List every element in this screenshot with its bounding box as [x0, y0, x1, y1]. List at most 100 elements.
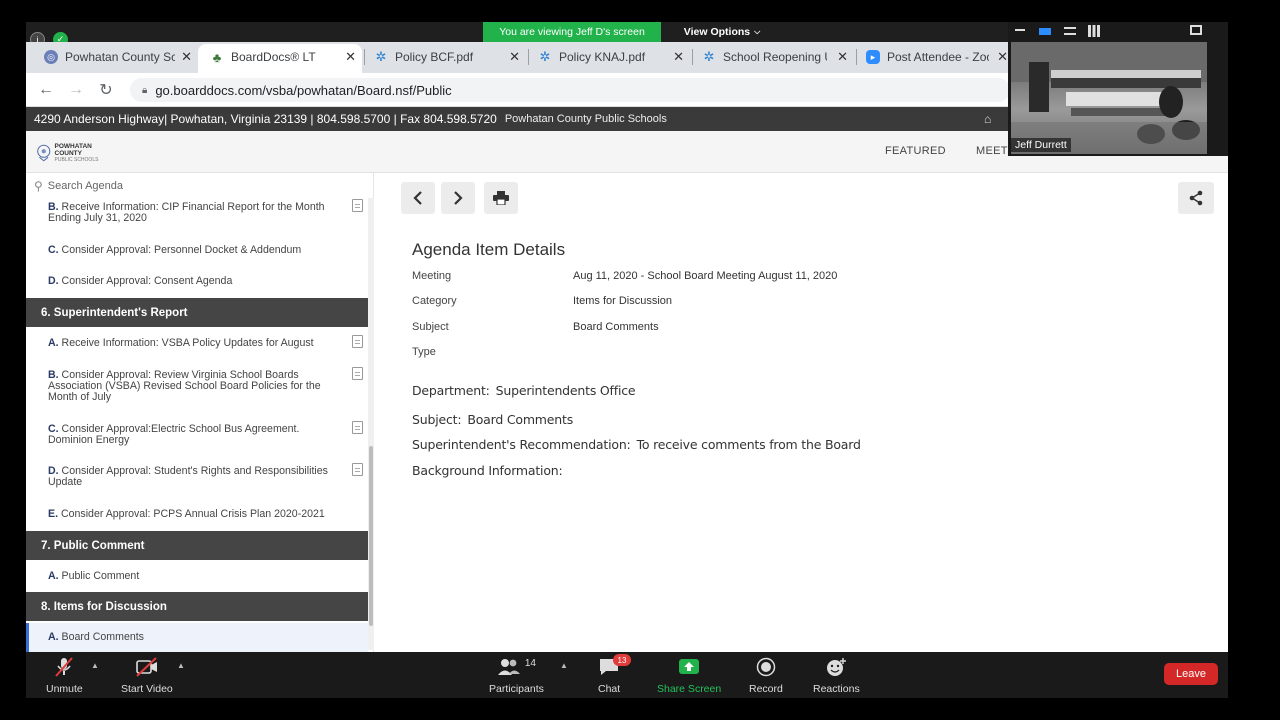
chevron-up-icon[interactable]: ▲	[560, 661, 568, 670]
reactions-button[interactable]: Reactions	[813, 656, 860, 695]
exit-fullscreen-icon[interactable]	[1190, 25, 1202, 35]
agenda-item-selected[interactable]: A. Board Comments	[48, 632, 343, 643]
chevron-down-icon: ⌵	[754, 27, 761, 36]
item-text: Consider Approval:Electric School Bus Ag…	[48, 423, 300, 446]
logo-emblem-icon	[37, 144, 51, 162]
gallery-view-icon[interactable]	[1088, 25, 1100, 37]
section-public-comment[interactable]: 7. Public Comment	[26, 531, 368, 560]
agenda-item[interactable]: D. Consider Approval: Consent Agenda	[48, 276, 343, 287]
tab-powhatan[interactable]: ◎ Powhatan County Sc ✕	[38, 45, 198, 69]
document-icon[interactable]	[352, 199, 363, 212]
next-button[interactable]	[441, 182, 475, 214]
district-logo[interactable]: POWHATAN COUNTY PUBLIC SCHOOLS	[36, 140, 112, 166]
agenda-item[interactable]: C. Consider Approval: Personnel Docket &…	[48, 245, 343, 256]
record-button[interactable]: Record	[749, 656, 783, 695]
leave-button[interactable]: Leave	[1164, 663, 1218, 685]
background-line: Background Information:	[412, 463, 569, 478]
chat-badge: 13	[613, 654, 631, 666]
document-icon[interactable]	[352, 463, 363, 476]
subject-body-value: Board Comments	[467, 412, 574, 427]
tab-school-reopening[interactable]: ✲ School Reopening U ✕	[696, 45, 854, 69]
subject-line: Subject: Board Comments	[412, 412, 573, 427]
meeting-value: Aug 11, 2020 - School Board Meeting Augu…	[573, 270, 838, 282]
minimize-icon[interactable]	[1015, 29, 1025, 31]
document-icon[interactable]	[352, 335, 363, 348]
subject-value: Board Comments	[573, 321, 659, 333]
document-icon[interactable]	[352, 367, 363, 380]
tab-label: BoardDocs® LT	[231, 50, 316, 64]
reactions-label: Reactions	[813, 683, 860, 695]
tab-zoom-attendee[interactable]: ▸ Post Attendee - Zoo ✕	[860, 45, 1016, 69]
screen: i ✓ You are viewing Jeff D's screen View…	[0, 0, 1280, 720]
back-arrow-icon[interactable]: ←	[34, 78, 58, 102]
tab-separator	[528, 49, 529, 65]
logo-text: POWHATAN COUNTY	[54, 142, 92, 157]
tab-separator	[692, 49, 693, 65]
chevron-up-icon[interactable]: ▲	[91, 661, 99, 670]
agenda-item[interactable]: B. Consider Approval: Review Virginia Sc…	[48, 370, 343, 403]
start-video-button[interactable]: Start Video	[121, 656, 173, 695]
home-icon[interactable]: ⌂	[984, 112, 991, 126]
agenda-item[interactable]: A. Receive Information: VSBA Policy Upda…	[48, 338, 343, 349]
microphone-muted-icon	[53, 656, 75, 678]
agenda-search[interactable]: ⚲ Search Agenda	[26, 176, 368, 196]
tab-label: Post Attendee - Zoo	[887, 50, 989, 64]
participant-name: Jeff Durrett	[1011, 138, 1071, 152]
nav-featured[interactable]: FEATURED	[885, 145, 946, 157]
speaker-view-icon[interactable]	[1064, 27, 1076, 35]
sidebar-scroll-thumb[interactable]	[369, 446, 373, 626]
document-icon[interactable]	[352, 421, 363, 434]
recommendation-value: To receive comments from the Board	[636, 437, 861, 452]
unmute-button[interactable]: Unmute	[46, 656, 83, 695]
participants-icon: 14	[497, 656, 536, 678]
item-text: Public Comment	[61, 570, 140, 582]
agenda-item[interactable]: D. Consider Approval: Student's Rights a…	[48, 466, 343, 488]
tab-label: Policy KNAJ.pdf	[559, 50, 646, 64]
tab-separator	[856, 49, 857, 65]
close-icon[interactable]: ✕	[837, 49, 848, 65]
tab-policy-bcf[interactable]: ✲ Policy BCF.pdf ✕	[368, 45, 526, 69]
nav-meetings[interactable]: MEETI	[976, 145, 1011, 157]
close-icon[interactable]: ✕	[345, 49, 356, 65]
category-value: Items for Discussion	[573, 295, 673, 307]
share-button[interactable]	[1178, 182, 1214, 214]
agenda-item[interactable]: A. Public Comment	[48, 571, 343, 582]
boarddocs-icon: ✲	[703, 49, 715, 64]
tab-label: Powhatan County Sc	[65, 50, 175, 64]
recommendation-line: Superintendent's Recommendation: To recei…	[412, 437, 861, 452]
background-label: Background Information:	[412, 463, 563, 478]
previous-button[interactable]	[401, 182, 435, 214]
search-icon: ⚲	[34, 179, 43, 193]
forward-arrow-icon[interactable]: →	[64, 78, 88, 102]
view-options-label: View Options	[683, 26, 751, 38]
tree-icon: ♣	[212, 49, 222, 65]
close-icon[interactable]: ✕	[673, 49, 684, 65]
participants-button[interactable]: 14 Participants	[489, 656, 544, 696]
close-icon[interactable]: ✕	[509, 49, 520, 65]
close-icon[interactable]: ✕	[181, 49, 192, 65]
record-label: Record	[749, 683, 783, 695]
agenda-item[interactable]: E. Consider Approval: PCPS Annual Crisis…	[48, 509, 343, 520]
share-screen-button[interactable]: Share Screen	[657, 656, 721, 695]
item-letter: A.	[48, 337, 59, 349]
share-screen-icon	[678, 656, 700, 678]
section-items-for-discussion[interactable]: 8. Items for Discussion	[26, 592, 368, 621]
reload-icon[interactable]: ↻	[94, 78, 118, 102]
tab-separator	[364, 49, 365, 65]
view-options-button[interactable]: View Options ⌵	[672, 22, 772, 42]
tab-policy-knaj[interactable]: ✲ Policy KNAJ.pdf ✕	[532, 45, 690, 69]
item-text: Consider Approval: PCPS Annual Crisis Pl…	[60, 508, 325, 520]
agenda-item[interactable]: C. Consider Approval:Electric School Bus…	[48, 424, 343, 446]
section-superintendents-report[interactable]: 6. Superintendent's Report	[26, 298, 368, 327]
chevron-up-icon[interactable]: ▲	[177, 661, 185, 670]
boarddocs-icon: ✲	[375, 49, 387, 64]
site-address: 4290 Anderson Highway| Powhatan, Virgini…	[34, 112, 497, 126]
agenda-item[interactable]: B. Receive Information: CIP Financial Re…	[48, 202, 343, 224]
close-icon[interactable]: ✕	[997, 49, 1008, 65]
address-bar[interactable]: 🔒︎ go.boarddocs.com/vsba/powhatan/Board.…	[130, 78, 1010, 102]
record-icon	[756, 656, 776, 678]
print-button[interactable]	[484, 182, 518, 214]
tab-boarddocs[interactable]: ♣ BoardDocs® LT ✕	[204, 45, 362, 69]
department-label: Department:	[412, 383, 490, 398]
thumbnail-view-icon[interactable]	[1039, 28, 1051, 35]
